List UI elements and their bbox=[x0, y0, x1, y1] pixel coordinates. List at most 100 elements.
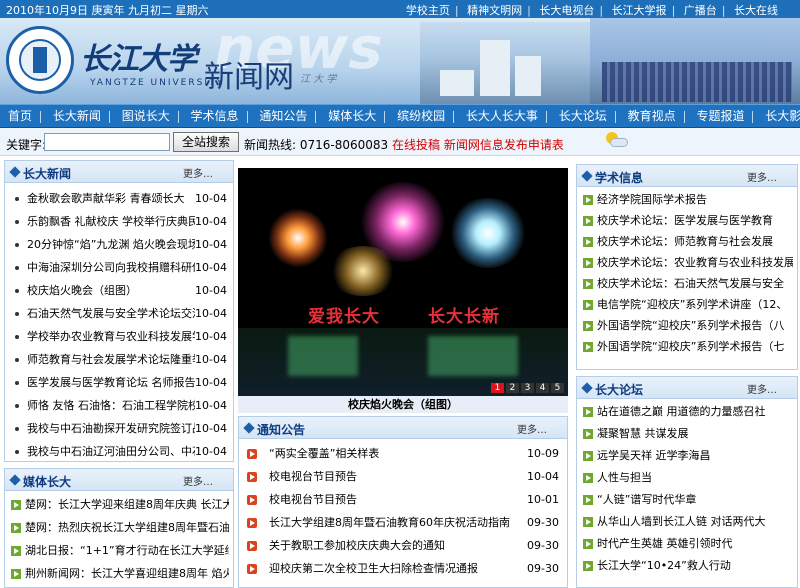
university-emblem-logo[interactable] bbox=[6, 26, 74, 94]
list-item-title[interactable]: 石油天然气发展与安全学术论坛交流 bbox=[27, 302, 195, 325]
list-item-title[interactable]: 迎校庆第二次全校卫生大扫除检查情况通报 bbox=[269, 557, 527, 580]
list-item[interactable]: 我校与中石油勘探开发研究院签订战 10-04 bbox=[5, 417, 233, 440]
list-item[interactable]: 学校举办农业教育与农业科技发展学 10-04 bbox=[5, 325, 233, 348]
list-item-title[interactable]: 乐韵飘香 礼献校庆 学校举行庆典民 bbox=[27, 210, 195, 233]
media-panel-title[interactable]: 媒体长大 bbox=[23, 473, 71, 490]
list-item-title[interactable]: 电信学院“迎校庆”系列学术讲座（12、 bbox=[597, 294, 793, 315]
list-item-title[interactable]: 凝聚智慧 共谋发展 bbox=[597, 423, 793, 445]
forum-more-link[interactable]: 更多… bbox=[747, 381, 777, 396]
media-more-link[interactable]: 更多… bbox=[183, 473, 213, 488]
apply-form-link[interactable]: 新闻网信息发布申请表 bbox=[444, 138, 564, 152]
nav-education[interactable]: 教育视点 bbox=[620, 105, 684, 127]
list-item-title[interactable]: 荆州新闻网：长江大学喜迎组建8周年 焰火 bbox=[25, 562, 229, 585]
list-item[interactable]: 校电视台节目预告 10-04 bbox=[239, 465, 567, 488]
list-item[interactable]: 远学吴天祥 近学李海昌 bbox=[577, 445, 797, 467]
list-item[interactable]: 医学发展与医学教育论坛 名师报告为 10-04 bbox=[5, 371, 233, 394]
forum-panel-title[interactable]: 长大论坛 bbox=[595, 381, 643, 398]
list-item[interactable]: 楚网：长江大学迎来组建8周年庆典 长江大 bbox=[5, 493, 233, 516]
top-link-tv[interactable]: 长大电视台 bbox=[539, 2, 594, 18]
site-search-button[interactable]: 全站搜索 bbox=[173, 132, 239, 152]
list-item-title[interactable]: “两实全覆盖”相关样表 bbox=[269, 442, 527, 465]
top-link-school-home[interactable]: 学校主页 bbox=[406, 2, 450, 18]
list-item-title[interactable]: “人链”谱写时代华章 bbox=[597, 489, 793, 511]
academic-panel-title[interactable]: 学术信息 bbox=[595, 169, 643, 186]
list-item-title[interactable]: 校庆焰火晚会（组图） bbox=[27, 279, 195, 302]
list-item-title[interactable]: 我校与中石油辽河油田分公司、中石 bbox=[27, 440, 195, 463]
list-item-title[interactable]: 校庆学术论坛：农业教育与农业科技发展 bbox=[597, 252, 793, 273]
list-item-title[interactable]: 外国语学院“迎校庆”系列学术报告（七 bbox=[597, 336, 793, 357]
list-item[interactable]: 长江大学“10•24”救人行动 bbox=[577, 555, 797, 577]
nav-people[interactable]: 长大人长大事 bbox=[458, 105, 546, 127]
online-submit-link[interactable]: 在线投稿 bbox=[392, 138, 440, 152]
list-item-title[interactable]: 我校与中石油勘探开发研究院签订战 bbox=[27, 417, 195, 440]
list-item[interactable]: 乐韵飘香 礼献校庆 学校举行庆典民 10-04 bbox=[5, 210, 233, 233]
nav-media[interactable]: 媒体长大 bbox=[320, 105, 384, 127]
list-item[interactable]: 师范教育与社会发展学术论坛隆重举 10-04 bbox=[5, 348, 233, 371]
nav-special[interactable]: 专题报道 bbox=[688, 105, 752, 127]
list-item-title[interactable]: 校电视台节目预告 bbox=[269, 488, 527, 511]
list-item[interactable]: 外国语学院“迎校庆”系列学术报告（八 bbox=[577, 315, 797, 336]
list-item-title[interactable]: 师恪 友恪 石油恪：石油工程学院校 bbox=[27, 394, 195, 417]
slideshow-caption[interactable]: 校庆焰火晚会（组图） bbox=[238, 396, 568, 413]
list-item-title[interactable]: 校电视台节目预告 bbox=[269, 465, 527, 488]
list-item-title[interactable]: 关于教职工参加校庆庆典大会的通知 bbox=[269, 534, 527, 557]
list-item-title[interactable]: 楚网：热烈庆祝长江大学组建8周年暨石油教 bbox=[25, 516, 229, 539]
list-item[interactable]: 校电视台节目预告 10-01 bbox=[239, 488, 567, 511]
list-item-title[interactable]: 学校举办农业教育与农业科技发展学 bbox=[27, 325, 195, 348]
list-item-title[interactable]: 长江大学组建8周年暨石油教育60年庆祝活动指南 bbox=[269, 511, 527, 534]
list-item[interactable]: 荆州新闻网：长江大学喜迎组建8周年 焰火 bbox=[5, 562, 233, 585]
list-item-title[interactable]: 远学吴天祥 近学李海昌 bbox=[597, 445, 793, 467]
list-item-title[interactable]: 校庆学术论坛：师范教育与社会发展 bbox=[597, 231, 793, 252]
list-item[interactable]: 人性与担当 bbox=[577, 467, 797, 489]
list-item[interactable]: 电信学院“迎校庆”系列学术讲座（12、 bbox=[577, 294, 797, 315]
top-link-radio[interactable]: 广播台 bbox=[684, 2, 717, 18]
list-item[interactable]: 校庆学术论坛：农业教育与农业科技发展 bbox=[577, 252, 797, 273]
list-item[interactable]: 我校与中石油辽河油田分公司、中石 10-04 bbox=[5, 440, 233, 463]
list-item-title[interactable]: 人性与担当 bbox=[597, 467, 793, 489]
list-item[interactable]: 从华山人墙到长江人链 对话两代大 bbox=[577, 511, 797, 533]
list-item[interactable]: 师恪 友恪 石油恪：石油工程学院校 10-04 bbox=[5, 394, 233, 417]
list-item-title[interactable]: 金秋歌会歌声献华彩 青春颂长大 bbox=[27, 187, 195, 210]
list-item[interactable]: 迎校庆第二次全校卫生大扫除检查情况通报 09-30 bbox=[239, 557, 567, 580]
list-item[interactable]: “人链”谱写时代华章 bbox=[577, 489, 797, 511]
top-link-civilization[interactable]: 精神文明网 bbox=[467, 2, 522, 18]
slide-page-4[interactable]: 4 bbox=[536, 383, 549, 393]
list-item-title[interactable]: 20分钟惊“焰”九龙渊 焰火晚会现场 bbox=[27, 233, 195, 256]
list-item[interactable]: 石油天然气发展与安全学术论坛交流 10-04 bbox=[5, 302, 233, 325]
list-item[interactable]: 经济学院国际学术报告 bbox=[577, 189, 797, 210]
list-item-title[interactable]: 中海油深圳分公司向我校捐赠科研仪 bbox=[27, 256, 195, 279]
nav-images[interactable]: 长大影像 bbox=[757, 105, 800, 127]
list-item-title[interactable]: 长江大学“10•24”救人行动 bbox=[597, 555, 793, 577]
notice-panel-title[interactable]: 通知公告 bbox=[257, 421, 305, 438]
news-panel-title[interactable]: 长大新闻 bbox=[23, 165, 71, 182]
nav-academic[interactable]: 学术信息 bbox=[183, 105, 247, 127]
list-item[interactable]: 金秋歌会歌声献华彩 青春颂长大 10-04 bbox=[5, 187, 233, 210]
notice-more-link[interactable]: 更多… bbox=[517, 421, 547, 436]
nav-notices[interactable]: 通知公告 bbox=[251, 105, 315, 127]
list-item[interactable]: 校庆学术论坛：医学发展与医学教育 bbox=[577, 210, 797, 231]
list-item-title[interactable]: 湖北日报：“1+1”育才行动在长江大学延续 bbox=[25, 539, 229, 562]
list-item-title[interactable]: 师范教育与社会发展学术论坛隆重举 bbox=[27, 348, 195, 371]
list-item-title[interactable]: 校庆学术论坛：医学发展与医学教育 bbox=[597, 210, 793, 231]
list-item[interactable]: 校庆学术论坛：师范教育与社会发展 bbox=[577, 231, 797, 252]
list-item-title[interactable]: 从华山人墙到长江人链 对话两代大 bbox=[597, 511, 793, 533]
list-item-title[interactable]: 经济学院国际学术报告 bbox=[597, 189, 793, 210]
list-item[interactable]: 站在道德之巅 用道德的力量感召社 bbox=[577, 401, 797, 423]
top-link-online[interactable]: 长大在线 bbox=[734, 2, 778, 18]
nav-news[interactable]: 长大新闻 bbox=[45, 105, 109, 127]
list-item-title[interactable]: 外国语学院“迎校庆”系列学术报告（八 bbox=[597, 315, 793, 336]
list-item[interactable]: “两实全覆盖”相关样表 10-09 bbox=[239, 442, 567, 465]
news-more-link[interactable]: 更多… bbox=[183, 165, 213, 180]
list-item[interactable]: 长江大学组建8周年暨石油教育60年庆祝活动指南 09-30 bbox=[239, 511, 567, 534]
list-item-title[interactable]: 楚网：长江大学迎来组建8周年庆典 长江大 bbox=[25, 493, 229, 516]
list-item[interactable]: 20分钟惊“焰”九龙渊 焰火晚会现场 10-04 bbox=[5, 233, 233, 256]
nav-photo-news[interactable]: 图说长大 bbox=[114, 105, 178, 127]
list-item-title[interactable]: 站在道德之巅 用道德的力量感召社 bbox=[597, 401, 793, 423]
list-item[interactable]: 时代产生英雄 英雄引领时代 bbox=[577, 533, 797, 555]
list-item[interactable]: 凝聚智慧 共谋发展 bbox=[577, 423, 797, 445]
nav-campus[interactable]: 缤纷校园 bbox=[389, 105, 453, 127]
slide-page-5[interactable]: 5 bbox=[551, 383, 564, 393]
list-item-title[interactable]: 时代产生英雄 英雄引领时代 bbox=[597, 533, 793, 555]
nav-home[interactable]: 首页 bbox=[0, 105, 40, 127]
nav-forum[interactable]: 长大论坛 bbox=[551, 105, 615, 127]
